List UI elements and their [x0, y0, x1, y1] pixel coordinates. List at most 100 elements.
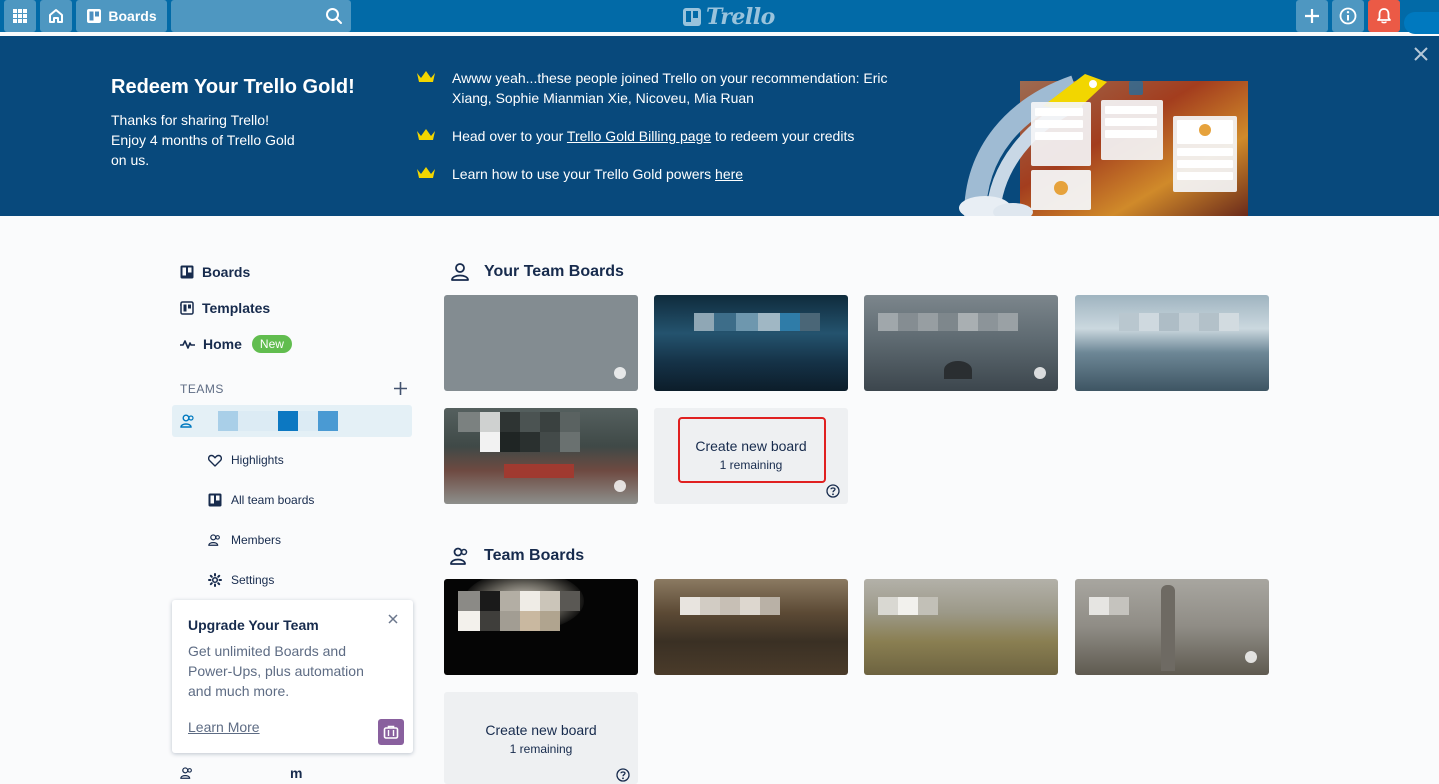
team-nav-members[interactable]: Members [208, 533, 281, 547]
search-input[interactable] [171, 0, 351, 32]
team-people-icon [180, 767, 192, 779]
blurred-board-name [878, 597, 898, 615]
blurred-board-name [500, 432, 520, 452]
section-title: Team Boards [484, 547, 585, 564]
boards-button-label: Boards [108, 8, 157, 24]
blurred-board-name [1089, 597, 1109, 615]
help-question-icon[interactable] [826, 484, 840, 498]
blurred-board-name [878, 313, 898, 331]
sidebar-team-other[interactable]: m [180, 765, 302, 781]
board-tile[interactable] [444, 295, 638, 391]
team-nav-label: Highlights [231, 453, 284, 467]
blurred-board-name [1159, 313, 1179, 331]
heart-icon [208, 454, 222, 467]
team-nav-label: All team boards [231, 493, 315, 507]
blurred-board-name [1139, 313, 1159, 331]
board-tile[interactable] [444, 579, 638, 675]
banner-subtitle-line: Enjoy 4 months of Trello Gold [111, 132, 295, 148]
blurred-board-name [780, 313, 800, 331]
close-banner-icon[interactable] [1413, 46, 1429, 62]
star-toggle[interactable] [1034, 367, 1046, 379]
blurred-board-name [540, 591, 560, 611]
blurred-board-name [520, 611, 540, 631]
blurred-board-name [978, 313, 998, 331]
blurred-board-name [740, 597, 760, 615]
blurred-board-name [1179, 313, 1199, 331]
billing-page-link[interactable]: Trello Gold Billing page [567, 128, 711, 144]
create-button[interactable] [1296, 0, 1328, 32]
template-icon [180, 301, 194, 315]
team-people-icon [450, 547, 468, 565]
star-toggle[interactable] [614, 367, 626, 379]
home-button[interactable] [40, 0, 72, 32]
team-nav-settings[interactable]: Settings [208, 573, 274, 587]
trello-logo[interactable]: Trello [682, 4, 775, 30]
blurred-team-name [238, 411, 278, 431]
blurred-board-name [1219, 313, 1239, 331]
info-icon [1339, 7, 1357, 25]
blurred-board-name [918, 313, 938, 331]
blurred-board-name [700, 597, 720, 615]
create-new-board-tile[interactable]: Create new board 1 remaining [444, 692, 638, 784]
crown-icon [417, 167, 435, 178]
board-tile[interactable] [1075, 579, 1269, 675]
boards-button[interactable]: Boards [76, 0, 167, 32]
trello-gold-banner: Redeem Your Trello Gold! Thanks for shar… [0, 36, 1439, 216]
member-avatar[interactable] [1404, 12, 1439, 34]
team-boards-heading: Team Boards [450, 546, 584, 566]
sidebar-team-selected[interactable] [172, 405, 412, 437]
blurred-team-name [298, 411, 318, 431]
banner-subtitle-line: on us. [111, 152, 150, 168]
blurred-board-name [998, 313, 1018, 331]
trello-logo-text: Trello [706, 4, 775, 30]
blurred-board-name [560, 412, 580, 432]
apps-grid-icon [13, 9, 27, 23]
add-team-plus-icon[interactable] [393, 381, 408, 396]
board-icon [180, 265, 194, 279]
gold-powers-here-link[interactable]: here [715, 166, 743, 182]
board-icon [87, 9, 102, 23]
blurred-board-name [480, 432, 500, 452]
sidebar-item-home[interactable]: Home New [180, 335, 292, 353]
board-tile[interactable] [864, 579, 1058, 675]
board-tile[interactable] [444, 408, 638, 504]
blurred-board-name [480, 412, 500, 432]
blurred-board-name [520, 432, 540, 452]
star-toggle[interactable] [1245, 651, 1257, 663]
board-tile[interactable] [864, 295, 1058, 391]
notifications-button[interactable] [1368, 0, 1400, 32]
board-tile[interactable] [654, 295, 848, 391]
blurred-board-name [540, 412, 560, 432]
banner-billing-pre: Head over to your [452, 128, 567, 144]
banner-billing-line: Head over to your Trello Gold Billing pa… [416, 126, 854, 146]
sidebar-item-boards[interactable]: Boards [180, 264, 250, 280]
team-nav-label: Members [231, 533, 282, 547]
banner-learn-pre: Learn how to use your Trello Gold powers [452, 166, 716, 182]
blurred-board-name [736, 313, 758, 331]
help-question-icon[interactable] [616, 768, 630, 782]
blurred-board-name [458, 591, 480, 611]
blurred-board-name [458, 611, 480, 631]
briefcase-icon [378, 719, 404, 745]
sidebar-item-label: Boards [202, 264, 251, 280]
info-button[interactable] [1332, 0, 1364, 32]
blurred-board-name [938, 313, 958, 331]
blurred-board-name [560, 432, 580, 452]
team-nav-all-boards[interactable]: All team boards [208, 493, 314, 507]
create-board-title: Create new board [485, 722, 597, 738]
star-toggle[interactable] [614, 480, 626, 492]
team-nav-highlights[interactable]: Highlights [208, 453, 284, 467]
blurred-board-name [958, 313, 978, 331]
sidebar-item-templates[interactable]: Templates [180, 300, 270, 316]
close-icon[interactable] [388, 614, 398, 624]
blurred-board-name [758, 313, 780, 331]
board-tile[interactable] [1075, 295, 1269, 391]
banner-recommendation-text: Awww yeah...these people joined Trello o… [452, 70, 888, 106]
board-tile[interactable] [654, 579, 848, 675]
blurred-board-name [1199, 313, 1219, 331]
blurred-board-name [500, 591, 520, 611]
blurred-board-name [898, 597, 918, 615]
apps-button[interactable] [4, 0, 36, 32]
banner-subtitle: Thanks for sharing Trello! Enjoy 4 month… [111, 110, 331, 170]
learn-more-link[interactable]: Learn More [188, 719, 260, 735]
